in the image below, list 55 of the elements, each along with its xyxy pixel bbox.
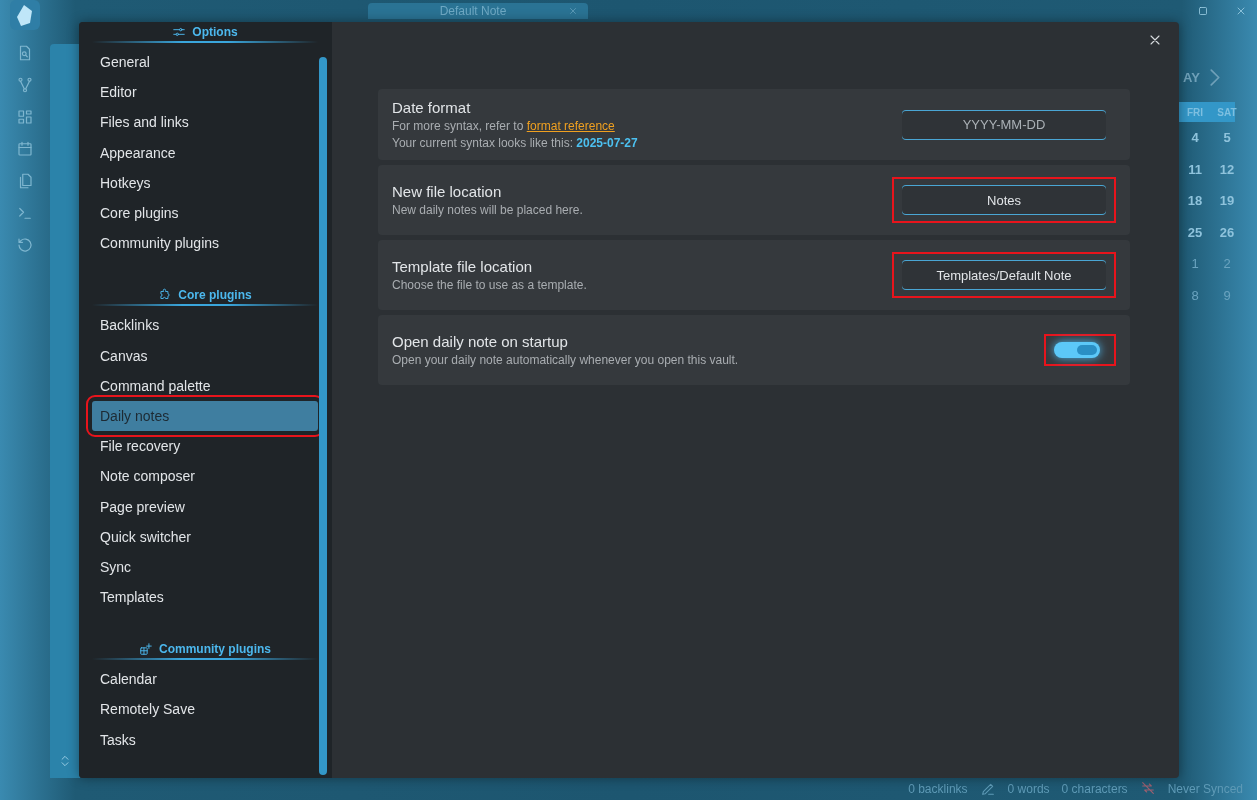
sidebar-item[interactable]: Command palette xyxy=(92,370,318,401)
sidebar-item[interactable]: Note composer xyxy=(92,461,318,492)
sidebar-item[interactable]: Hotkeys xyxy=(92,167,318,198)
sidebar-item[interactable]: Editor xyxy=(92,77,318,108)
weekday-header: FRI SAT xyxy=(1179,102,1235,122)
app-logo[interactable] xyxy=(10,0,40,30)
close-icon xyxy=(568,6,578,16)
backlinks-count: 0 backlinks xyxy=(908,782,968,796)
setting-name: Date format xyxy=(392,99,472,116)
sidebar-item[interactable]: Appearance xyxy=(92,137,318,168)
sidebar-item[interactable]: General xyxy=(92,47,318,78)
reference-link[interactable]: format reference xyxy=(526,119,615,133)
input-field[interactable]: Notes xyxy=(902,185,1106,215)
calendar-icon xyxy=(16,140,34,158)
setting-description: New daily notes will be placed here. xyxy=(392,203,584,217)
puzzle-icon xyxy=(158,287,173,302)
sidebar-item[interactable]: Calendar xyxy=(92,664,318,695)
setting-name: Open daily note on startup xyxy=(392,333,569,350)
sidebar-item[interactable]: Files and links xyxy=(92,107,318,138)
sidebar-item[interactable]: Canvas xyxy=(92,340,318,371)
chevrons-icon xyxy=(58,754,72,768)
word-count: 0 words xyxy=(1007,782,1050,796)
sidebar-item[interactable]: Community plugins xyxy=(92,228,318,259)
chevron-right-icon xyxy=(1209,68,1220,86)
sync-off-icon xyxy=(1139,779,1156,796)
sidebar-item[interactable]: Core plugins xyxy=(92,197,318,229)
input-field[interactable]: Templates/Default Note xyxy=(902,260,1106,290)
setting-description: Choose the file to use as a template. xyxy=(392,278,588,292)
sidebar-item[interactable]: Page preview xyxy=(92,491,318,522)
month-label: AY xyxy=(1183,69,1200,85)
setting-name: New file location xyxy=(392,183,503,200)
sidebar-item[interactable]: Tasks xyxy=(92,724,318,755)
close-icon xyxy=(1235,5,1247,17)
pencil-icon xyxy=(979,781,996,797)
calendar-day[interactable]: 11 xyxy=(1179,161,1211,177)
input-field[interactable]: YYYY-MM-DD xyxy=(902,109,1106,140)
sidebar-item[interactable]: Backlinks xyxy=(92,310,318,341)
character-count: 0 characters xyxy=(1061,782,1128,796)
graph-icon xyxy=(16,76,34,94)
sidebar-item[interactable]: Sync xyxy=(92,551,318,582)
sidebar-item[interactable]: Remotely Save xyxy=(92,694,318,725)
sidebar-item[interactable]: Quick switcher xyxy=(92,521,318,552)
scrollbar[interactable] xyxy=(319,57,327,775)
history-icon xyxy=(16,236,34,254)
section-heading: Core plugins xyxy=(92,285,318,307)
sidebar-item[interactable]: File recovery xyxy=(92,431,318,462)
setting-name: Template file location xyxy=(392,258,534,275)
sidebar-item[interactable]: Templates xyxy=(92,582,318,613)
grid-icon xyxy=(16,108,34,126)
setting-description: Your current syntax looks like this: 2025-07-27 xyxy=(392,136,639,150)
toggle-switch[interactable] xyxy=(1054,342,1100,358)
blocks-icon xyxy=(139,641,153,656)
setting-description: For more syntax, refer to format reference xyxy=(392,119,616,133)
setting-description: Open your daily note automatically whenever you open this vault. xyxy=(392,353,740,367)
maximize-icon xyxy=(1197,5,1209,17)
